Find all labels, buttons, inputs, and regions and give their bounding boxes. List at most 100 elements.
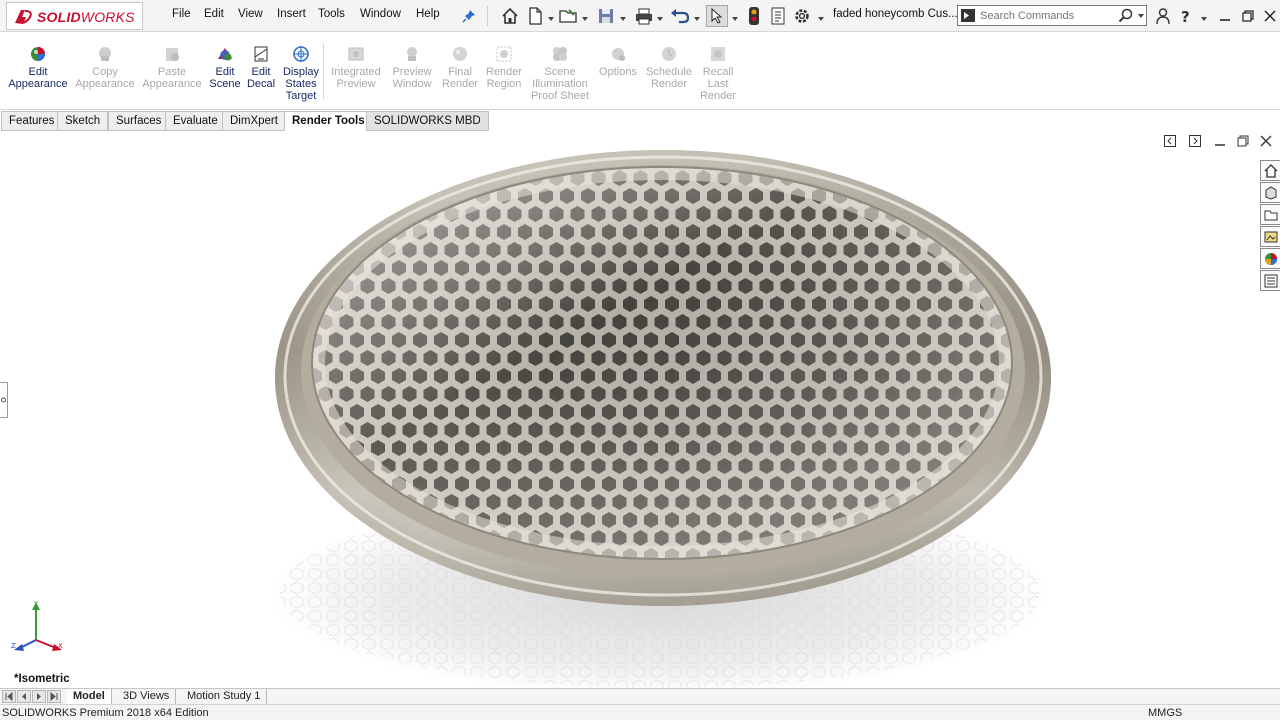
- file-properties-icon[interactable]: [767, 5, 789, 27]
- next-tab-arrow-icon[interactable]: [32, 690, 46, 703]
- tab-evaluate[interactable]: Evaluate: [165, 111, 226, 131]
- recall-last-render-button[interactable]: Recall Last Render: [698, 45, 738, 102]
- menu-tools[interactable]: Tools: [318, 8, 345, 20]
- model-tabs-bar: Model 3D Views Motion Study 1: [0, 688, 1280, 704]
- menu-window[interactable]: Window: [360, 8, 401, 20]
- command-manager: Edit Appearance Copy Appearance Paste Appeara…: [0, 33, 1280, 110]
- recall-last-render-label-line: Render: [699, 90, 737, 102]
- feature-manager-collapse-handle[interactable]: [0, 382, 8, 418]
- new-document-icon[interactable]: [524, 5, 546, 27]
- solidworks-logo[interactable]: SOLIDWORKS: [6, 2, 143, 30]
- render-region-button[interactable]: Render Region: [482, 45, 526, 90]
- edit-decal-button[interactable]: Edit Decal: [244, 45, 278, 90]
- copy-appearance-button[interactable]: Copy Appearance: [74, 45, 136, 90]
- viewport-restore-icon[interactable]: [1236, 133, 1250, 149]
- pin-icon[interactable]: [458, 5, 480, 27]
- home-icon[interactable]: [499, 5, 521, 27]
- options-dropdown-caret-icon[interactable]: [818, 12, 824, 21]
- tab-model[interactable]: Model: [67, 689, 112, 704]
- schedule-render-button[interactable]: Schedule Render: [644, 45, 694, 90]
- integrated-preview-button[interactable]: Integrated Preview: [328, 45, 384, 90]
- final-render-label-line: Final: [448, 66, 472, 78]
- menu-file[interactable]: File: [172, 8, 191, 20]
- integrated-preview-label-line: Integrated: [331, 66, 381, 78]
- file-explorer-icon[interactable]: [1260, 204, 1280, 225]
- previous-view-icon[interactable]: [1163, 133, 1177, 149]
- final-render-button[interactable]: Final Render: [440, 45, 480, 90]
- close-icon[interactable]: [1259, 5, 1280, 27]
- solidworks-resources-icon[interactable]: [1260, 160, 1280, 181]
- recall-render-icon: [711, 47, 725, 61]
- print-dropdown-caret-icon[interactable]: [657, 12, 663, 21]
- rebuild-traffic-light-icon[interactable]: [743, 5, 765, 27]
- command-prompt-glyph-icon: [964, 12, 969, 19]
- task-pane-tabs: [1260, 160, 1280, 294]
- new-dropdown-caret-icon[interactable]: [548, 12, 554, 21]
- search-dropdown-caret-icon[interactable]: [1138, 13, 1144, 19]
- view-palette-icon[interactable]: [1260, 226, 1280, 247]
- undo-dropdown-caret-icon[interactable]: [694, 12, 700, 21]
- appearances-scenes-icon[interactable]: [1260, 248, 1280, 269]
- tab-surfaces[interactable]: Surfaces: [108, 111, 170, 131]
- search-icon[interactable]: [1118, 8, 1134, 24]
- edit-scene-button[interactable]: Edit Scene: [208, 45, 242, 90]
- viewport-close-icon[interactable]: [1259, 133, 1273, 149]
- svg-text:?: ?: [1181, 8, 1190, 25]
- edit-decal-label-line: Edit: [251, 66, 271, 78]
- brand-text-works: WORKS: [80, 9, 135, 25]
- status-bar: SOLIDWORKS Premium 2018 x64 Edition MMGS: [0, 704, 1280, 720]
- menu-edit[interactable]: Edit: [204, 8, 224, 20]
- open-dropdown-caret-icon[interactable]: [582, 12, 588, 21]
- help-dropdown-caret-icon[interactable]: [1201, 12, 1207, 21]
- previous-tab-arrow-icon[interactable]: [17, 690, 31, 703]
- minimize-icon[interactable]: [1214, 5, 1236, 27]
- tab-features[interactable]: Features: [1, 111, 63, 131]
- print-icon[interactable]: [633, 5, 655, 27]
- next-view-icon[interactable]: [1188, 133, 1202, 149]
- search-input[interactable]: [980, 7, 1110, 24]
- tab-dimxpert[interactable]: DimXpert: [222, 111, 286, 131]
- display-states-target-button[interactable]: Display States Target: [281, 45, 321, 102]
- user-icon[interactable]: [1152, 5, 1174, 27]
- display-states-target-label-line: Target: [285, 90, 317, 102]
- search-commands-box[interactable]: [957, 5, 1147, 26]
- save-dropdown-caret-icon[interactable]: [620, 12, 626, 21]
- select-dropdown-caret-icon[interactable]: [732, 12, 738, 21]
- options-gear-icon[interactable]: [791, 5, 813, 27]
- tab-sketch[interactable]: Sketch: [57, 111, 109, 131]
- integrated-preview-label-line: Preview: [336, 78, 376, 90]
- restore-icon[interactable]: [1237, 5, 1259, 27]
- graphics-area[interactable]: Y X Z *Isometric: [0, 133, 1280, 688]
- edit-decal-label-line: Decal: [246, 78, 276, 90]
- help-icon[interactable]: ?: [1175, 5, 1197, 27]
- scene-illumination-proof-sheet-label-line: Scene: [544, 66, 576, 78]
- edit-appearance-button[interactable]: Edit Appearance: [8, 45, 68, 90]
- scene-icon: [218, 48, 232, 61]
- tab-render-tools[interactable]: Render Tools: [284, 111, 373, 131]
- honeycomb-dome-model[interactable]: [0, 133, 1280, 688]
- menu-help[interactable]: Help: [416, 8, 440, 20]
- paste-appearance-icon: [166, 48, 179, 61]
- tab-motion-study-1[interactable]: Motion Study 1: [181, 689, 268, 704]
- preview-window-button[interactable]: Preview Window: [389, 45, 435, 90]
- design-library-icon[interactable]: [1260, 182, 1280, 203]
- viewport-minimize-icon[interactable]: [1213, 133, 1227, 149]
- menu-view[interactable]: View: [238, 8, 263, 20]
- preview-window-label-line: Preview: [392, 66, 432, 78]
- menu-insert[interactable]: Insert: [277, 8, 306, 20]
- custom-properties-icon[interactable]: [1260, 270, 1280, 291]
- paste-appearance-button[interactable]: Paste Appearance: [141, 45, 203, 90]
- undo-icon[interactable]: [669, 5, 691, 27]
- tab-solidworks-mbd[interactable]: SOLIDWORKS MBD: [366, 111, 489, 131]
- unit-system-button[interactable]: MMGS: [1148, 707, 1182, 719]
- open-folder-icon[interactable]: [558, 5, 580, 27]
- recall-last-render-label-line: Recall: [702, 66, 734, 78]
- select-arrow-icon[interactable]: [706, 5, 728, 27]
- scene-illumination-proof-sheet-button[interactable]: Scene Illumination Proof Sheet: [529, 45, 591, 102]
- last-tab-arrow-icon[interactable]: [47, 690, 61, 703]
- tab-3d-views[interactable]: 3D Views: [117, 689, 177, 704]
- options-button[interactable]: Options: [596, 45, 640, 78]
- first-tab-arrow-icon[interactable]: [2, 690, 16, 703]
- save-icon[interactable]: [595, 5, 617, 27]
- schedule-render-label-line: Render: [650, 78, 688, 90]
